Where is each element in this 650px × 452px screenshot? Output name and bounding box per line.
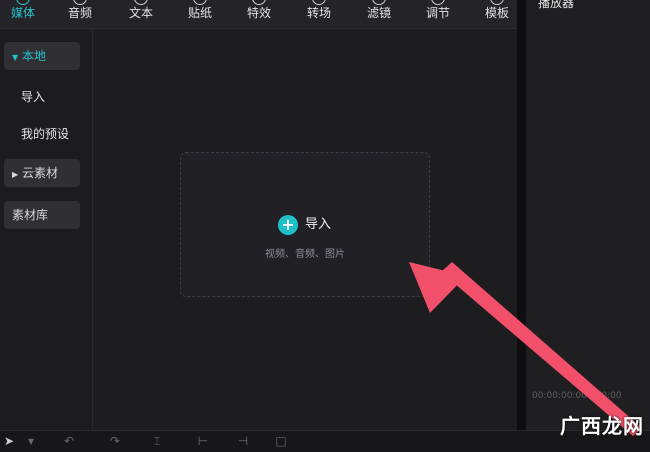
watermark: 广西龙网: [560, 414, 644, 438]
annotation-arrow: [409, 262, 642, 436]
